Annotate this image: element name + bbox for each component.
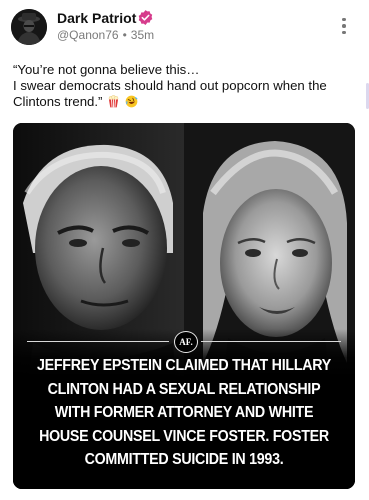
popcorn-emoji-icon	[108, 95, 119, 108]
verified-badge-icon	[138, 10, 153, 25]
rolling-laughing-emoji-icon	[125, 95, 138, 108]
author-avatar[interactable]	[11, 9, 47, 45]
post-text-line: I swear democrats should hand out popcor…	[13, 78, 327, 93]
meta-separator: •	[122, 28, 127, 42]
avatar-silhouette-icon	[11, 9, 47, 45]
af-logo-badge: AF.	[174, 331, 198, 353]
dot-icon	[342, 24, 346, 28]
post-text: “You’re not gonna believe this… I swear …	[13, 62, 353, 110]
dot-icon	[342, 30, 346, 35]
post-meta: @Qanon76 • 35m	[57, 28, 154, 42]
more-options-button[interactable]	[335, 14, 353, 38]
author-name[interactable]: Dark Patriot	[57, 10, 136, 26]
post-text-line-with-emoji: Clintons trend.”	[13, 94, 353, 110]
post-timestamp[interactable]: 35m	[131, 28, 154, 42]
post-text-line: “You’re not gonna believe this…	[13, 62, 200, 77]
post-text-line: Clintons trend.”	[13, 94, 103, 109]
post-image[interactable]: AF. JEFFREY EPSTEIN CLAIMED THAT HILLARY…	[13, 123, 355, 489]
image-headline: JEFFREY EPSTEIN CLAIMED THAT HILLARY CLI…	[36, 357, 332, 468]
divider	[27, 341, 169, 342]
image-caption-area: AF. JEFFREY EPSTEIN CLAIMED THAT HILLARY…	[13, 329, 355, 489]
divider	[201, 341, 341, 342]
author-handle[interactable]: @Qanon76	[57, 28, 119, 42]
dot-icon	[342, 17, 346, 22]
post-card: Dark Patriot @Qanon76 • 35m “You’re not go…	[0, 0, 369, 500]
